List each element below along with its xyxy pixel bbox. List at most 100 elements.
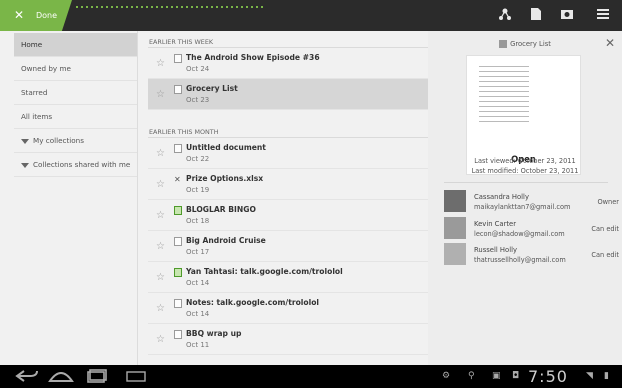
action-bar: ✕ Done xyxy=(0,0,622,31)
selection-indicator xyxy=(76,6,266,8)
home-icon[interactable] xyxy=(48,369,74,383)
close-icon[interactable]: ✕ xyxy=(605,37,615,49)
battery-icon: ▮ xyxy=(604,371,609,381)
item-date: Oct 14 xyxy=(186,310,210,318)
share-icon[interactable] xyxy=(496,7,514,25)
item-title: Prize Options.xlsx xyxy=(186,174,264,183)
expand-arrow-icon xyxy=(21,138,29,144)
doc-icon[interactable] xyxy=(527,7,545,25)
clock[interactable]: 7:50 xyxy=(528,367,568,386)
star-icon[interactable]: ☆ xyxy=(156,89,165,101)
sidebar-item-label: Owned by me xyxy=(21,64,71,73)
document-list[interactable]: EARLIER THIS WEEK ☆ The Android Show Epi… xyxy=(148,31,428,365)
document-icon xyxy=(499,40,508,48)
star-icon[interactable]: ☆ xyxy=(156,58,165,70)
sidebar-item-my-collections[interactable]: My collections xyxy=(14,129,137,153)
item-date: Oct 17 xyxy=(186,248,210,256)
person-email: lecon@shadow@gmail.com xyxy=(474,230,565,238)
settings-icon: ⚙ xyxy=(442,371,451,381)
done-button[interactable]: ✕ Done xyxy=(0,0,72,31)
person-name: Russell Holly xyxy=(474,246,517,254)
sidebar-item-starred[interactable]: Starred xyxy=(14,81,137,105)
sidebar-item-label: Collections shared with me xyxy=(33,160,131,169)
person-name: Cassandra Holly xyxy=(474,193,529,201)
list-item[interactable]: ☆ Big Android Cruise Oct 17 xyxy=(148,231,428,262)
spreadsheet-icon xyxy=(174,206,182,215)
list-item[interactable]: ☆ BLOGLAR BINGO Oct 18 xyxy=(148,200,428,231)
close-icon: ✕ xyxy=(14,8,25,22)
section-header: EARLIER THIS MONTH xyxy=(148,127,428,138)
sharing-entry[interactable]: Cassandra Holly maikaylankttan7@gmail.co… xyxy=(444,190,619,215)
sidebar-item-all-items[interactable]: All items xyxy=(14,105,137,129)
list-item[interactable]: ☆ Grocery List Oct 23 xyxy=(148,79,428,110)
list-item[interactable]: ☆ Untitled document Oct 22 xyxy=(148,138,428,169)
star-icon[interactable]: ☆ xyxy=(156,272,165,284)
last-modified: Last modified: October 23, 2011 xyxy=(471,167,579,175)
document-icon xyxy=(174,237,182,246)
detail-title: Grocery List xyxy=(510,40,551,48)
avatar xyxy=(444,243,466,265)
sd-card-icon: ▣ xyxy=(492,371,501,381)
sharing-entry[interactable]: Russell Holly thatrussellholly@gmail.com… xyxy=(444,243,619,268)
item-date: Oct 19 xyxy=(186,186,210,194)
sidebar-item-home[interactable]: Home xyxy=(14,33,137,57)
system-bar: ⚙ ⚲ ▣ ◘ 7:50 ◥ ▮ xyxy=(0,365,622,388)
avatar xyxy=(444,217,466,239)
list-item[interactable]: ☆ Yan Tahtasi: talk.google.com/trololol … xyxy=(148,262,428,293)
star-icon[interactable]: ☆ xyxy=(156,241,165,253)
list-item[interactable]: ☆ BBQ wrap up Oct 11 xyxy=(148,324,428,355)
sidebar-item-collections-shared[interactable]: Collections shared with me xyxy=(14,153,137,177)
person-email: maikaylankttan7@gmail.com xyxy=(474,203,571,211)
wifi-icon: ◥ xyxy=(586,371,593,381)
document-icon xyxy=(174,85,182,94)
item-title: Big Android Cruise xyxy=(186,236,266,245)
camera-icon[interactable] xyxy=(558,7,576,25)
sidebar-item-owned-by-me[interactable]: Owned by me xyxy=(14,57,137,81)
detail-header: Grocery List xyxy=(428,40,622,48)
star-icon[interactable]: ☆ xyxy=(156,334,165,346)
person-name: Kevin Carter xyxy=(474,220,517,228)
spreadsheet-icon xyxy=(174,268,182,277)
list-item[interactable]: ☆ Notes: talk.google.com/trololol Oct 14 xyxy=(148,293,428,324)
sidebar-item-label: Home xyxy=(21,40,43,49)
menu-icon[interactable] xyxy=(594,7,612,25)
usb-icon: ⚲ xyxy=(468,371,475,381)
document-icon xyxy=(174,330,182,339)
sharing-entry[interactable]: Kevin Carter lecon@shadow@gmail.com Can … xyxy=(444,217,619,242)
person-role: Can edit xyxy=(591,251,619,259)
app-root: ✕ Done Home Owned by me Starred All item… xyxy=(0,0,622,388)
excel-icon: ✕ xyxy=(174,175,181,184)
document-icon xyxy=(174,54,182,63)
list-item[interactable]: ☆ ✕ Prize Options.xlsx Oct 19 xyxy=(148,169,428,200)
star-icon[interactable]: ☆ xyxy=(156,179,165,191)
star-icon[interactable]: ☆ xyxy=(156,210,165,222)
document-icon xyxy=(174,144,182,153)
done-label: Done xyxy=(36,11,58,20)
star-icon[interactable]: ☆ xyxy=(156,303,165,315)
detail-pane: Grocery List ✕ Open Last viewed: October… xyxy=(428,31,622,365)
last-viewed: Last viewed: October 23, 2011 xyxy=(474,157,576,165)
notification-icon: ◘ xyxy=(512,371,520,381)
divider xyxy=(444,182,608,183)
person-role: Can edit xyxy=(591,225,619,233)
person-email: thatrussellholly@gmail.com xyxy=(474,256,566,264)
sidebar-item-label: My collections xyxy=(33,136,84,145)
list-item[interactable]: ☆ The Android Show Episode #36 Oct 24 xyxy=(148,48,428,79)
star-icon[interactable]: ☆ xyxy=(156,148,165,160)
item-date: Oct 14 xyxy=(186,279,210,287)
item-title: Notes: talk.google.com/trololol xyxy=(186,298,320,307)
back-icon[interactable] xyxy=(14,369,40,383)
item-title: The Android Show Episode #36 xyxy=(186,53,320,62)
item-date: Oct 23 xyxy=(186,96,210,104)
recent-apps-icon[interactable] xyxy=(86,369,110,383)
sidebar-nav: Home Owned by me Starred All items My co… xyxy=(14,33,137,177)
item-date: Oct 18 xyxy=(186,217,210,225)
item-title: BLOGLAR BINGO xyxy=(186,205,256,214)
section-header: EARLIER THIS WEEK xyxy=(148,37,428,48)
item-date: Oct 11 xyxy=(186,341,210,349)
item-date: Oct 24 xyxy=(186,65,210,73)
avatar xyxy=(444,190,466,212)
person-role: Owner xyxy=(597,198,619,206)
item-title: Yan Tahtasi: talk.google.com/trololol xyxy=(186,267,343,276)
screenshot-icon[interactable] xyxy=(126,369,146,383)
